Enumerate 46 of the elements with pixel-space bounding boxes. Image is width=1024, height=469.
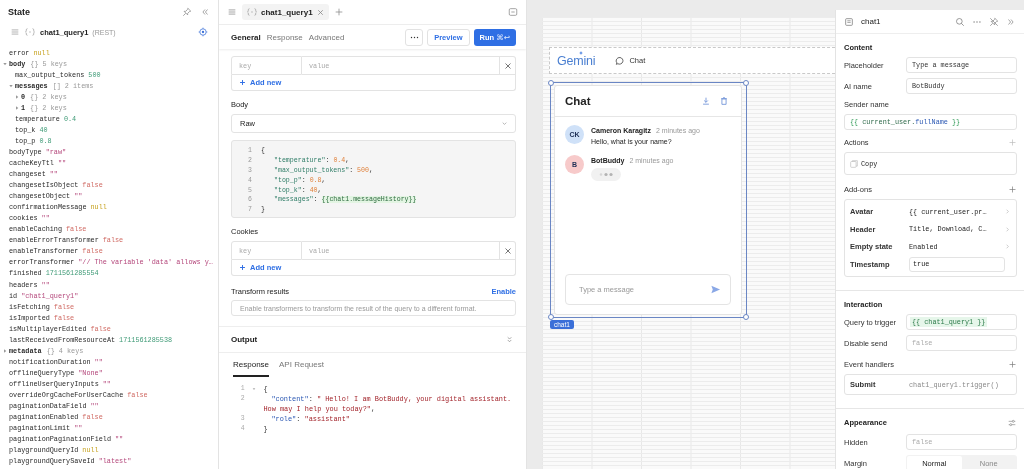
editor-tab[interactable]: Response	[266, 32, 303, 42]
plus-icon[interactable]	[1008, 359, 1017, 369]
menu-icon[interactable]	[227, 7, 237, 17]
query-tab[interactable]: chat1_query1	[242, 4, 329, 20]
plus-icon[interactable]	[1008, 184, 1017, 194]
component-name: chat1	[861, 17, 881, 26]
caret-icon[interactable]	[3, 348, 7, 353]
close-icon	[502, 245, 513, 256]
caret-icon[interactable]	[15, 94, 19, 99]
component-icon	[844, 16, 854, 27]
target-icon[interactable]	[198, 27, 208, 37]
menu-icon[interactable]	[10, 27, 20, 37]
typing-indicator	[591, 168, 621, 181]
download-icon[interactable]	[701, 96, 711, 106]
plus-icon[interactable]	[333, 7, 344, 17]
plus-icon	[239, 264, 246, 271]
chevrons-down-icon[interactable]	[505, 335, 514, 344]
close-icon	[502, 60, 513, 71]
trash-icon[interactable]	[719, 96, 729, 106]
collapse-icon[interactable]	[200, 6, 210, 17]
editor-tab[interactable]: Advanced	[308, 32, 345, 42]
editor-tab[interactable]: General	[231, 32, 261, 42]
search-icon[interactable]	[955, 16, 965, 27]
output-tab[interactable]: Response	[233, 360, 270, 377]
send-icon[interactable]	[710, 284, 721, 295]
plus-icon[interactable]	[1008, 137, 1017, 147]
more-button[interactable]	[405, 28, 424, 46]
braces-icon	[246, 7, 258, 17]
chat-title: Chat	[565, 95, 591, 107]
section-title: Output	[231, 335, 258, 344]
expand-icon[interactable]	[1006, 16, 1016, 27]
panel-collapse-icon[interactable]	[508, 7, 518, 17]
output-tab[interactable]: API Request	[279, 360, 324, 377]
copy-icon	[849, 158, 859, 169]
sliders-icon[interactable]	[1007, 418, 1017, 428]
panel-title: State	[8, 6, 30, 17]
plus-icon	[239, 79, 246, 86]
braces-icon	[24, 27, 36, 37]
close-icon[interactable]	[315, 7, 325, 17]
logo-text: Gemini	[557, 53, 596, 68]
unpin-icon[interactable]	[989, 16, 999, 27]
pin-icon[interactable]	[182, 6, 192, 17]
chat-bubble-icon	[615, 55, 626, 66]
chevron-down-icon	[500, 119, 509, 128]
caret-icon[interactable]	[15, 105, 19, 110]
query-tab-name: chat1_query1	[261, 7, 313, 17]
